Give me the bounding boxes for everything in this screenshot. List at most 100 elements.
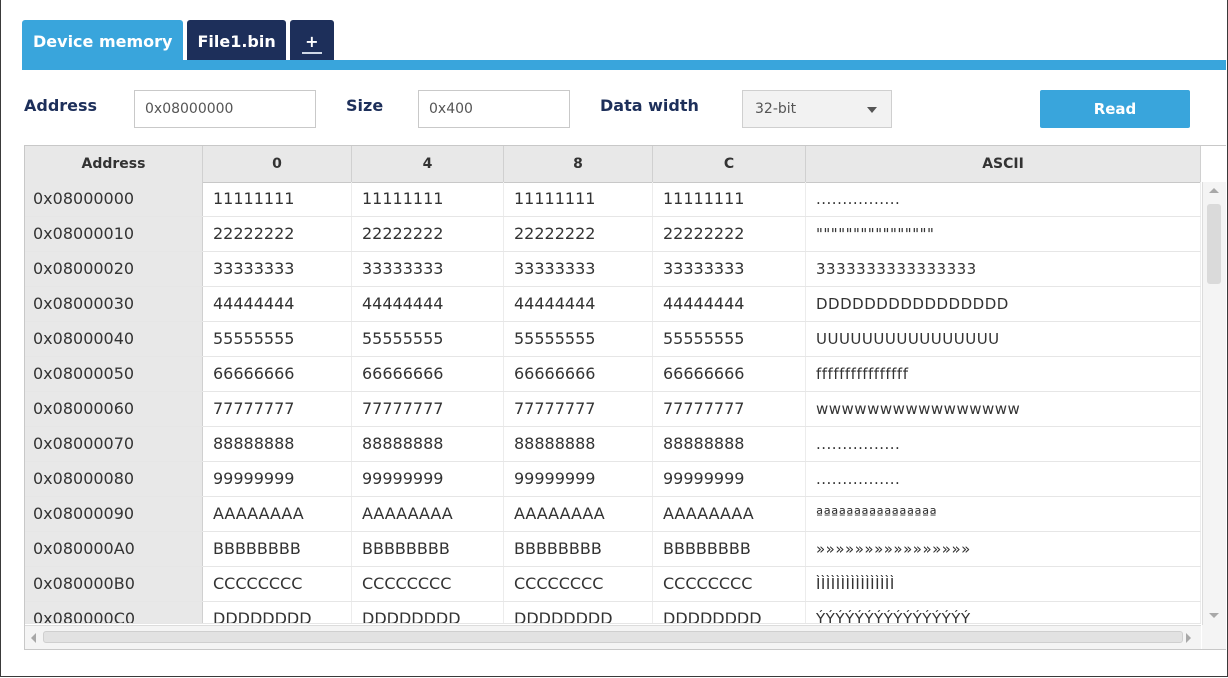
word-0-cell[interactable]: 22222222 <box>203 217 352 251</box>
word-4-cell[interactable]: AAAAAAAA <box>352 497 504 531</box>
column-header-0[interactable]: 0 <box>203 146 352 182</box>
column-header-ascii[interactable]: ASCII <box>806 146 1201 182</box>
address-cell[interactable]: 0x08000020 <box>25 252 203 286</box>
word-c-cell[interactable]: 44444444 <box>653 287 806 321</box>
ascii-cell[interactable]: DDDDDDDDDDDDDDDD <box>806 287 1201 321</box>
word-c-cell[interactable]: BBBBBBBB <box>653 532 806 566</box>
table-row[interactable]: 0x08000040 55555555 55555555 55555555 555555… <box>25 322 1201 357</box>
address-cell[interactable]: 0x08000080 <box>25 462 203 496</box>
address-cell[interactable]: 0x08000040 <box>25 322 203 356</box>
table-row[interactable]: 0x08000080 99999999 99999999 99999999 999999… <box>25 462 1201 497</box>
word-4-cell[interactable]: 44444444 <box>352 287 504 321</box>
word-4-cell[interactable]: 99999999 <box>352 462 504 496</box>
word-4-cell[interactable]: DDDDDDDD <box>352 602 504 623</box>
word-c-cell[interactable]: 77777777 <box>653 392 806 426</box>
word-c-cell[interactable]: 33333333 <box>653 252 806 286</box>
ascii-cell[interactable]: ÝÝÝÝÝÝÝÝÝÝÝÝÝÝÝÝ <box>806 602 1201 623</box>
word-4-cell[interactable]: BBBBBBBB <box>352 532 504 566</box>
horizontal-scrollbar[interactable] <box>25 625 1201 649</box>
word-8-cell[interactable]: 77777777 <box>504 392 653 426</box>
word-0-cell[interactable]: 99999999 <box>203 462 352 496</box>
table-row[interactable]: 0x08000060 77777777 77777777 77777777 777777… <box>25 392 1201 427</box>
word-4-cell[interactable]: CCCCCCCC <box>352 567 504 601</box>
ascii-cell[interactable]: ................ <box>806 427 1201 461</box>
address-cell[interactable]: 0x08000060 <box>25 392 203 426</box>
word-0-cell[interactable]: 77777777 <box>203 392 352 426</box>
table-row[interactable]: 0x08000030 44444444 44444444 44444444 444444… <box>25 287 1201 322</box>
word-c-cell[interactable]: CCCCCCCC <box>653 567 806 601</box>
word-0-cell[interactable]: BBBBBBBB <box>203 532 352 566</box>
ascii-cell[interactable]: ................ <box>806 182 1201 216</box>
word-4-cell[interactable]: 66666666 <box>352 357 504 391</box>
ascii-cell[interactable]: ªªªªªªªªªªªªªªªª <box>806 497 1201 531</box>
table-row[interactable]: 0x08000090 AAAAAAAA AAAAAAAA AAAAAAAA AAAAAA… <box>25 497 1201 532</box>
add-tab-button[interactable]: + <box>289 20 334 62</box>
ascii-cell[interactable]: »»»»»»»»»»»»»»»» <box>806 532 1201 566</box>
word-4-cell[interactable]: 22222222 <box>352 217 504 251</box>
scroll-down-icon[interactable] <box>1209 613 1219 618</box>
ascii-cell[interactable]: wwwwwwwwwwwwwwww <box>806 392 1201 426</box>
word-4-cell[interactable]: 11111111 <box>352 182 504 216</box>
ascii-cell[interactable]: ÌÌÌÌÌÌÌÌÌÌÌÌÌÌÌÌ <box>806 567 1201 601</box>
address-cell[interactable]: 0x08000090 <box>25 497 203 531</box>
word-0-cell[interactable]: AAAAAAAA <box>203 497 352 531</box>
word-8-cell[interactable]: CCCCCCCC <box>504 567 653 601</box>
word-0-cell[interactable]: 88888888 <box>203 427 352 461</box>
word-0-cell[interactable]: 44444444 <box>203 287 352 321</box>
address-input[interactable] <box>134 90 316 128</box>
word-8-cell[interactable]: 66666666 <box>504 357 653 391</box>
word-8-cell[interactable]: 33333333 <box>504 252 653 286</box>
word-0-cell[interactable]: 11111111 <box>203 182 352 216</box>
word-8-cell[interactable]: AAAAAAAA <box>504 497 653 531</box>
word-c-cell[interactable]: 11111111 <box>653 182 806 216</box>
word-0-cell[interactable]: DDDDDDDD <box>203 602 352 623</box>
table-row[interactable]: 0x08000070 88888888 88888888 88888888 888888… <box>25 427 1201 462</box>
word-4-cell[interactable]: 77777777 <box>352 392 504 426</box>
word-c-cell[interactable]: 22222222 <box>653 217 806 251</box>
table-row[interactable]: 0x08000050 66666666 66666666 66666666 666666… <box>25 357 1201 392</box>
column-header-address[interactable]: Address <box>25 146 203 182</box>
address-cell[interactable]: 0x080000A0 <box>25 532 203 566</box>
word-c-cell[interactable]: 66666666 <box>653 357 806 391</box>
address-cell[interactable]: 0x08000050 <box>25 357 203 391</box>
table-row[interactable]: 0x08000020 33333333 33333333 33333333 333333… <box>25 252 1201 287</box>
table-row[interactable]: 0x080000C0 DDDDDDDD DDDDDDDD DDDDDDDD DDDDDD… <box>25 602 1201 624</box>
vertical-scrollbar[interactable] <box>1202 182 1226 626</box>
scroll-right-icon[interactable] <box>1186 633 1191 643</box>
ascii-cell[interactable]: """""""""""""""" <box>806 217 1201 251</box>
word-c-cell[interactable]: DDDDDDDD <box>653 602 806 623</box>
address-cell[interactable]: 0x080000C0 <box>25 602 203 623</box>
word-4-cell[interactable]: 33333333 <box>352 252 504 286</box>
word-c-cell[interactable]: 99999999 <box>653 462 806 496</box>
word-8-cell[interactable]: 11111111 <box>504 182 653 216</box>
address-cell[interactable]: 0x08000070 <box>25 427 203 461</box>
word-8-cell[interactable]: DDDDDDDD <box>504 602 653 623</box>
word-4-cell[interactable]: 88888888 <box>352 427 504 461</box>
scroll-up-icon[interactable] <box>1209 188 1219 193</box>
scroll-left-icon[interactable] <box>31 633 36 643</box>
word-0-cell[interactable]: 55555555 <box>203 322 352 356</box>
column-header-c[interactable]: C <box>653 146 806 182</box>
tab-file1-bin[interactable]: File1.bin <box>187 20 286 62</box>
address-cell[interactable]: 0x08000030 <box>25 287 203 321</box>
column-header-8[interactable]: 8 <box>504 146 653 182</box>
ascii-cell[interactable]: UUUUUUUUUUUUUUUU <box>806 322 1201 356</box>
horizontal-scroll-thumb[interactable] <box>43 631 1183 643</box>
table-row[interactable]: 0x08000000 11111111 11111111 11111111 111111… <box>25 182 1201 217</box>
column-header-4[interactable]: 4 <box>352 146 504 182</box>
table-row[interactable]: 0x080000B0 CCCCCCCC CCCCCCCC CCCCCCCC CCCCCC… <box>25 567 1201 602</box>
data-width-select[interactable]: 32-bit <box>742 90 892 128</box>
word-8-cell[interactable]: 44444444 <box>504 287 653 321</box>
word-8-cell[interactable]: 88888888 <box>504 427 653 461</box>
ascii-cell[interactable]: ................ <box>806 462 1201 496</box>
word-4-cell[interactable]: 55555555 <box>352 322 504 356</box>
word-8-cell[interactable]: 22222222 <box>504 217 653 251</box>
read-button[interactable]: Read <box>1040 90 1190 128</box>
word-8-cell[interactable]: 55555555 <box>504 322 653 356</box>
address-cell[interactable]: 0x08000010 <box>25 217 203 251</box>
word-0-cell[interactable]: 66666666 <box>203 357 352 391</box>
word-c-cell[interactable]: AAAAAAAA <box>653 497 806 531</box>
address-cell[interactable]: 0x08000000 <box>25 182 203 216</box>
word-8-cell[interactable]: 99999999 <box>504 462 653 496</box>
ascii-cell[interactable]: 3333333333333333 <box>806 252 1201 286</box>
